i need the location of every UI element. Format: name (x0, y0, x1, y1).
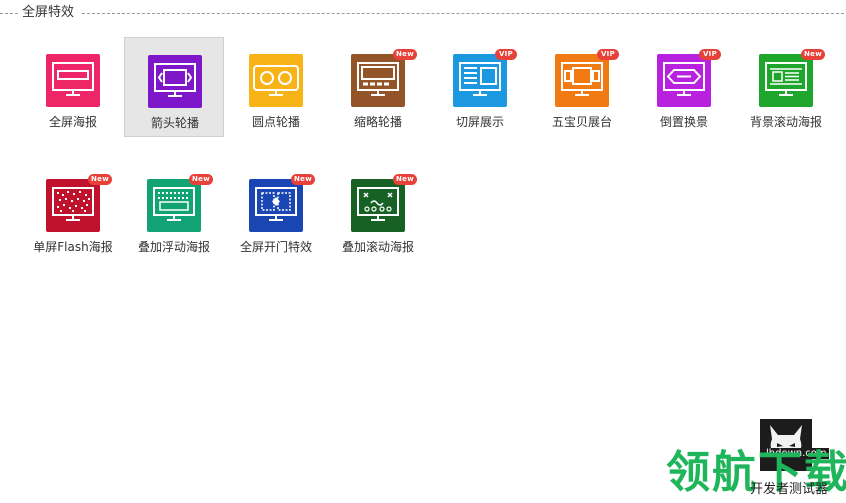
vip-badge: VIP (597, 49, 619, 60)
effect-overlay-float-poster[interactable]: New 叠加浮动海报 (124, 162, 224, 262)
effect-label: 叠加滚动海报 (341, 240, 414, 254)
overlay-float-poster-icon (153, 187, 195, 221)
watermark-subtitle: 开发者测试器 (750, 482, 829, 497)
screen-switch-icon (459, 62, 501, 96)
section-header: 全屏特效 (0, 3, 846, 25)
new-badge: New (189, 174, 213, 185)
effect-tile (351, 54, 405, 107)
effect-door-open[interactable]: New 全屏开门特效 (226, 162, 326, 262)
divider-right (82, 13, 844, 14)
effect-label: 背景滚动海报 (749, 115, 822, 129)
new-badge: New (801, 49, 825, 60)
flash-poster-icon (52, 187, 94, 221)
effect-tile (453, 54, 507, 107)
effect-product-showcase[interactable]: VIP 五宝贝展台 (532, 37, 632, 137)
effect-fullscreen-poster[interactable]: 全屏海报 (23, 37, 123, 137)
effect-dot-carousel[interactable]: 圆点轮播 (226, 37, 326, 137)
arrow-carousel-icon (154, 63, 196, 97)
effect-tile (249, 179, 303, 232)
effect-thumbnail-carousel[interactable]: New 缩略轮播 (328, 37, 428, 137)
door-open-effect-icon (255, 187, 297, 221)
inverted-scene-icon (663, 62, 705, 96)
effect-tile (46, 54, 100, 107)
dot-carousel-icon (253, 65, 299, 96)
divider-left (0, 13, 18, 14)
effect-overlay-scroll-poster[interactable]: New 叠加滚动海报 (328, 162, 428, 262)
effect-tile (148, 55, 202, 108)
section-title: 全屏特效 (22, 5, 75, 20)
effect-flash-poster[interactable]: New 单屏Flash海报 (23, 162, 123, 262)
effect-background-scroll-poster[interactable]: New 背景滚动海报 (736, 37, 836, 137)
vip-badge: VIP (495, 49, 517, 60)
new-badge: New (291, 174, 315, 185)
effect-tile (351, 179, 405, 232)
vip-badge: VIP (699, 49, 721, 60)
effects-panel: 全屏特效 全屏海报 箭头轮播 圆点轮播 New 缩略轮播 VIP 切屏展示 VI… (0, 0, 846, 503)
effect-tile (657, 54, 711, 107)
effect-tile (147, 179, 201, 232)
effect-tile (249, 54, 303, 107)
new-badge: New (88, 174, 112, 185)
overlay-scroll-poster-icon (357, 187, 399, 221)
background-scroll-poster-icon (765, 62, 807, 96)
fullscreen-poster-icon (52, 62, 94, 96)
product-showcase-icon (561, 62, 603, 96)
new-badge: New (393, 174, 417, 185)
effect-tile (759, 54, 813, 107)
effect-arrow-carousel[interactable]: 箭头轮播 (124, 37, 224, 137)
new-badge: New (393, 49, 417, 60)
effect-screen-switch[interactable]: VIP 切屏展示 (430, 37, 530, 137)
thumbnail-carousel-icon (357, 62, 399, 96)
effect-tile (555, 54, 609, 107)
effect-inverted-scene[interactable]: VIP 倒置换景 (634, 37, 734, 137)
effect-tile (46, 179, 100, 232)
